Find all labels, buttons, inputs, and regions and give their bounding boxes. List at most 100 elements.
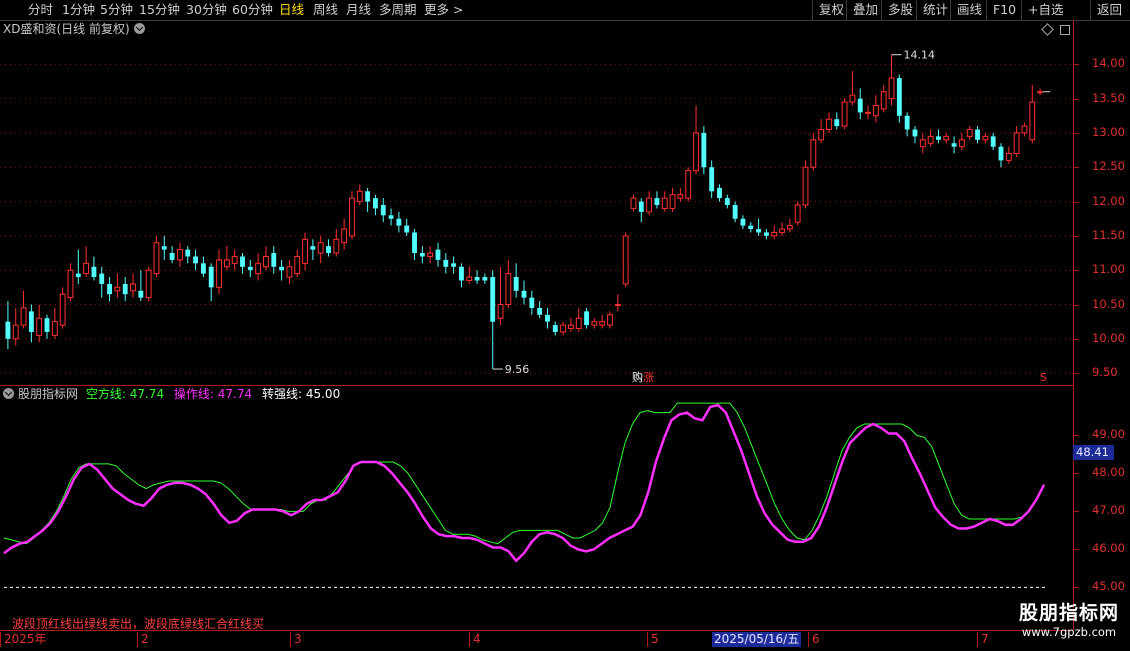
candle-up[interactable] bbox=[505, 273, 512, 306]
candle-down[interactable] bbox=[740, 218, 746, 226]
candle-down[interactable] bbox=[857, 98, 863, 113]
candle-down[interactable] bbox=[412, 232, 417, 254]
candle-up[interactable] bbox=[919, 139, 926, 148]
candle-up[interactable] bbox=[223, 259, 230, 268]
candle-down[interactable] bbox=[310, 246, 316, 250]
candle-down[interactable] bbox=[75, 273, 81, 278]
candle-up[interactable] bbox=[966, 129, 973, 137]
candle-down[interactable] bbox=[107, 283, 112, 295]
chevron-down-icon[interactable] bbox=[3, 388, 14, 399]
candle-up[interactable] bbox=[810, 139, 817, 168]
candle-up[interactable] bbox=[888, 77, 895, 100]
candle-down[interactable] bbox=[380, 205, 386, 216]
candle-down[interactable] bbox=[5, 321, 11, 339]
candle-down[interactable] bbox=[28, 311, 34, 332]
candle-up[interactable] bbox=[661, 197, 668, 209]
candle-up[interactable] bbox=[177, 249, 183, 261]
candle-up[interactable] bbox=[958, 139, 965, 148]
toolbar-button-7[interactable]: 返回 bbox=[1090, 0, 1122, 20]
candle-down[interactable] bbox=[654, 198, 660, 205]
candle-down[interactable] bbox=[521, 290, 527, 298]
candle-up[interactable] bbox=[567, 324, 574, 330]
candle-down[interactable] bbox=[138, 290, 144, 298]
candle-down[interactable] bbox=[936, 136, 941, 140]
candle-down[interactable] bbox=[748, 225, 754, 230]
candle-down[interactable] bbox=[247, 266, 253, 271]
candle-up[interactable] bbox=[302, 238, 308, 264]
candle-down[interactable] bbox=[724, 198, 730, 205]
candle-up[interactable] bbox=[982, 135, 989, 141]
candle-up[interactable] bbox=[286, 266, 293, 278]
candle-up[interactable] bbox=[466, 276, 473, 281]
candle-up[interactable] bbox=[685, 170, 692, 199]
candle-down[interactable] bbox=[91, 266, 97, 278]
candle-up[interactable] bbox=[599, 321, 606, 326]
candle-up[interactable] bbox=[114, 286, 121, 292]
candle-down[interactable] bbox=[240, 256, 245, 267]
candle-down[interactable] bbox=[904, 115, 910, 130]
candle-up[interactable] bbox=[145, 269, 152, 299]
candle-up[interactable] bbox=[943, 135, 950, 141]
candle-up[interactable] bbox=[927, 135, 934, 144]
candle-up[interactable] bbox=[255, 262, 262, 275]
candle-down[interactable] bbox=[451, 263, 457, 267]
candle-up[interactable] bbox=[356, 190, 363, 203]
candle-up[interactable] bbox=[294, 255, 301, 275]
candle-down[interactable] bbox=[373, 198, 378, 209]
candle-down[interactable] bbox=[388, 215, 394, 219]
candle-down[interactable] bbox=[638, 201, 644, 212]
candle-up[interactable] bbox=[36, 317, 43, 336]
indicator-title[interactable]: 股朋指标网 空方线: 47.74 操作线: 47.74 转强线: 45.00 bbox=[3, 386, 340, 402]
candle-down[interactable] bbox=[122, 283, 128, 295]
candle-up[interactable] bbox=[802, 166, 809, 206]
candle-down[interactable] bbox=[193, 256, 199, 264]
candle-up[interactable] bbox=[826, 118, 832, 131]
candle-up[interactable] bbox=[841, 101, 848, 127]
candle-up[interactable] bbox=[51, 321, 58, 336]
candle-up[interactable] bbox=[59, 293, 66, 326]
candle-up[interactable] bbox=[497, 304, 504, 319]
candle-down[interactable] bbox=[834, 119, 840, 127]
candle-up[interactable] bbox=[317, 242, 324, 254]
candle-down[interactable] bbox=[545, 314, 550, 322]
candle-up[interactable] bbox=[1013, 132, 1020, 155]
candle-down[interactable] bbox=[709, 167, 715, 192]
candle-up[interactable] bbox=[20, 307, 27, 326]
candle-down[interactable] bbox=[208, 266, 214, 288]
candle-down[interactable] bbox=[185, 249, 191, 257]
candle-down[interactable] bbox=[490, 277, 496, 322]
candle-up[interactable] bbox=[130, 283, 136, 292]
candle-up[interactable] bbox=[646, 197, 653, 213]
candle-up[interactable] bbox=[865, 111, 871, 114]
candle-down[interactable] bbox=[474, 277, 480, 281]
candle-up[interactable] bbox=[333, 238, 340, 254]
candle-down[interactable] bbox=[326, 246, 331, 254]
candle-up[interactable] bbox=[872, 104, 879, 117]
candle-down[interactable] bbox=[717, 187, 722, 199]
candle-up[interactable] bbox=[794, 204, 801, 223]
candle-up[interactable] bbox=[779, 228, 785, 233]
candle-up[interactable] bbox=[1005, 153, 1012, 161]
candle-up[interactable] bbox=[849, 94, 856, 103]
candle-up[interactable] bbox=[83, 262, 90, 275]
candle-down[interactable] bbox=[271, 253, 277, 267]
candle-down[interactable] bbox=[99, 273, 105, 284]
candle-down[interactable] bbox=[975, 129, 980, 140]
candle-up[interactable] bbox=[231, 255, 238, 264]
candle-up[interactable] bbox=[67, 269, 74, 299]
candle-down[interactable] bbox=[396, 218, 402, 226]
candle-up[interactable] bbox=[153, 242, 160, 275]
candle-down[interactable] bbox=[763, 232, 769, 236]
candle-up[interactable] bbox=[1021, 125, 1028, 134]
candle-up[interactable] bbox=[12, 324, 19, 340]
candle-down[interactable] bbox=[998, 146, 1004, 161]
candle-down[interactable] bbox=[537, 307, 543, 315]
candle-down[interactable] bbox=[419, 253, 425, 257]
candle-up[interactable] bbox=[880, 91, 887, 110]
candle-down[interactable] bbox=[529, 297, 535, 308]
candle-up[interactable] bbox=[341, 228, 348, 244]
candle-up[interactable] bbox=[1037, 91, 1044, 94]
candle-down[interactable] bbox=[756, 229, 762, 233]
candle-down[interactable] bbox=[161, 246, 167, 250]
candle-up[interactable] bbox=[1029, 101, 1036, 141]
